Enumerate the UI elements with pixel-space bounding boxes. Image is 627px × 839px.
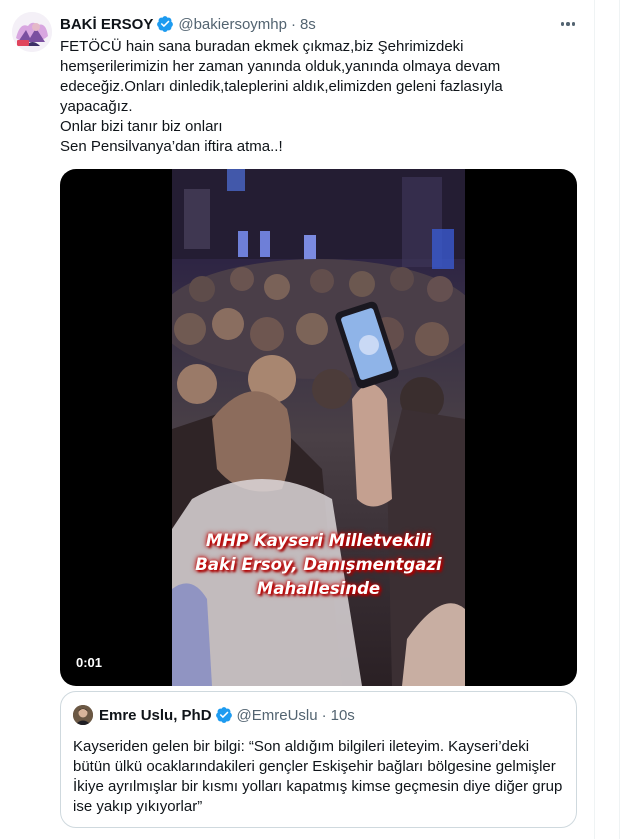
author-handle[interactable]: @bakiersoymhp	[178, 16, 287, 33]
tweet-timestamp[interactable]: 8s	[300, 16, 316, 33]
author-avatar[interactable]	[12, 12, 52, 52]
quoted-tweet[interactable]: Emre Uslu, PhD @EmreUslu · 10s Kayseride…	[60, 691, 577, 828]
more-options-icon[interactable]	[556, 14, 580, 34]
quoted-tweet-header: Emre Uslu, PhD @EmreUslu · 10s	[73, 705, 355, 725]
video-frame: MHP Kayseri Milletvekili Baki Ersoy, Dan…	[172, 169, 465, 686]
verified-badge-icon	[215, 707, 232, 723]
crowd-scene-image	[172, 169, 465, 686]
tweet-header: BAKİ ERSOY @bakiersoymhp · 8s	[60, 14, 316, 34]
quoted-author-name: Emre Uslu, PhD	[99, 706, 212, 724]
caption-line-2: Baki Ersoy, Danışmentgazi	[195, 555, 442, 574]
video-player[interactable]: MHP Kayseri Milletvekili Baki Ersoy, Dan…	[60, 169, 577, 686]
video-caption: MHP Kayseri Milletvekili Baki Ersoy, Dan…	[172, 529, 465, 601]
caption-line-1: MHP Kayseri Milletvekili	[205, 531, 432, 550]
sidebar-card-edge	[619, 0, 620, 839]
caption-line-3: Mahallesinde	[256, 579, 381, 598]
quoted-author-handle: @EmreUslu	[236, 706, 318, 724]
verified-badge-icon	[157, 16, 174, 32]
tweet-article[interactable]: BAKİ ERSOY @bakiersoymhp · 8s FETÖCÜ hai…	[0, 0, 594, 839]
quoted-author-avatar	[73, 705, 93, 725]
quoted-tweet-timestamp: 10s	[330, 706, 355, 724]
tweet-text: FETÖCÜ hain sana buradan ekmek çıkmaz,bi…	[60, 38, 503, 155]
video-timestamp: 0:01	[76, 655, 103, 670]
header-separator: ·	[290, 15, 296, 33]
quoted-header-separator: ·	[321, 706, 327, 724]
author-name[interactable]: BAKİ ERSOY	[60, 16, 153, 33]
quoted-tweet-text: Kayseriden gelen bir bilgi: “Son aldığım…	[73, 738, 563, 815]
sidebar-edge	[595, 0, 627, 839]
